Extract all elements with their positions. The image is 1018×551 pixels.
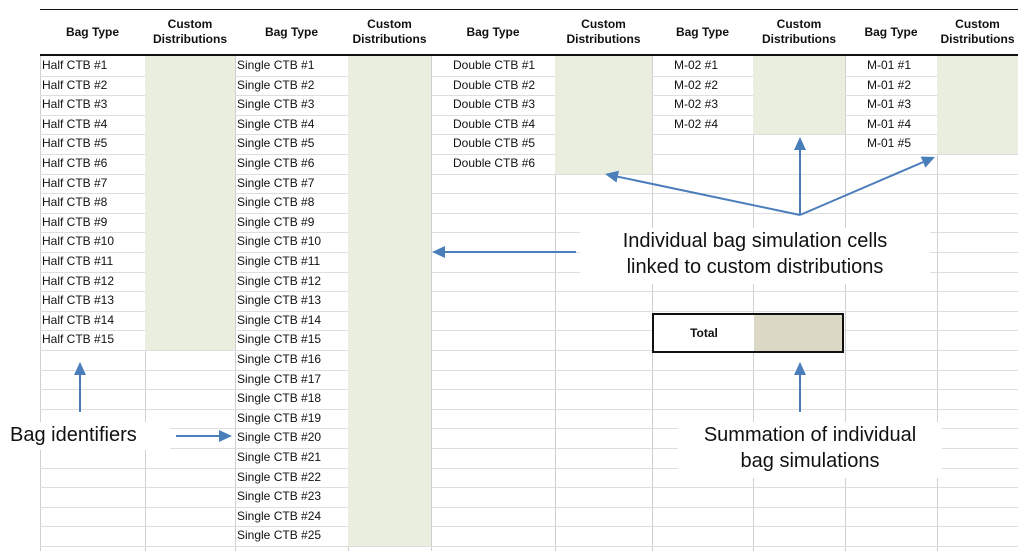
arrow-to-m01: [799, 156, 935, 216]
arrow-to-single-ctb-ids: [176, 430, 232, 442]
spreadsheet: Bag Type Custom Distributions Bag Type Cust…: [0, 0, 1018, 551]
arrow-to-double-ctb: [605, 170, 801, 216]
arrow-to-half-ctb: [74, 362, 86, 412]
arrow-to-single-ctb: [432, 246, 576, 258]
arrow-to-m02: [794, 137, 806, 215]
callout-arrows: [74, 137, 935, 442]
arrow-to-total: [794, 362, 806, 412]
